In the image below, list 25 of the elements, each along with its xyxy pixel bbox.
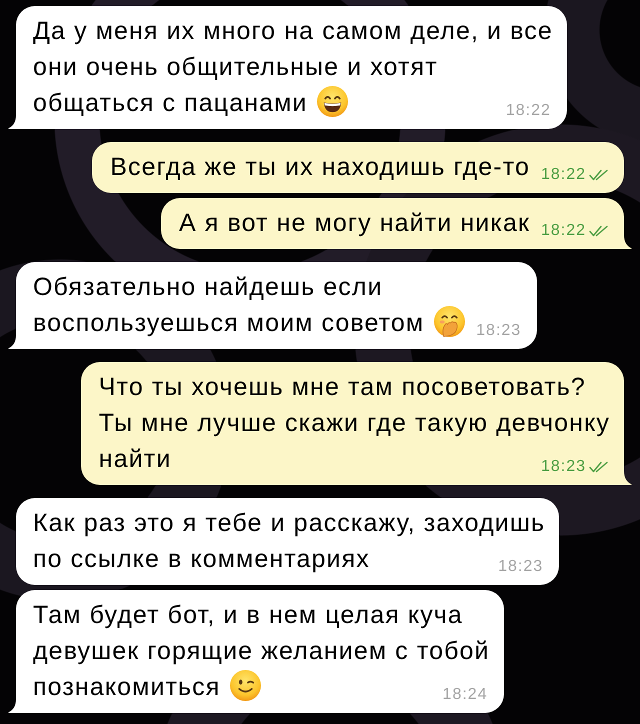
message-text: познакомиться [33,673,220,701]
message-text: девушек горящие желанием с тобой [33,637,490,665]
message-time: 18:22 [540,167,586,183]
message-text: найти [98,445,172,473]
message-text: воспользуешься моим советом [33,309,424,337]
message-text: общаться с пацанами [33,89,308,117]
grinning-face-icon [317,86,348,117]
message-time: 18:22 [506,103,551,119]
winking-face-icon [230,670,262,701]
message-text: Что ты хочешь мне там посоветовать? [98,373,586,401]
message-text: А я вот не могу найти никак [178,209,530,237]
message-text: Ты мне лучше скажи где такую девчонку [98,409,610,437]
message-text: Да у меня их много на самом деле, и все [33,17,553,45]
message-time: 18:23 [498,559,544,575]
message-text: Там будет бот, и в нем целая куча [33,601,463,629]
message-text: они очень общительные и хотят [33,53,438,81]
message-time: 18:23 [476,323,522,339]
message-time: 18:23 [540,459,586,475]
message-text: Как раз это я тебе и расскажу, заходишь [33,509,546,537]
message-time: 18:24 [442,687,488,703]
face-with-hand-over-mouth-icon [434,306,466,337]
message-text: Всегда же ты их находишь где-то [110,153,530,181]
message-text: по ссылке в комментариях [33,545,370,573]
message-text: Обязательно найдешь если [33,273,383,301]
message-time: 18:22 [540,223,586,239]
